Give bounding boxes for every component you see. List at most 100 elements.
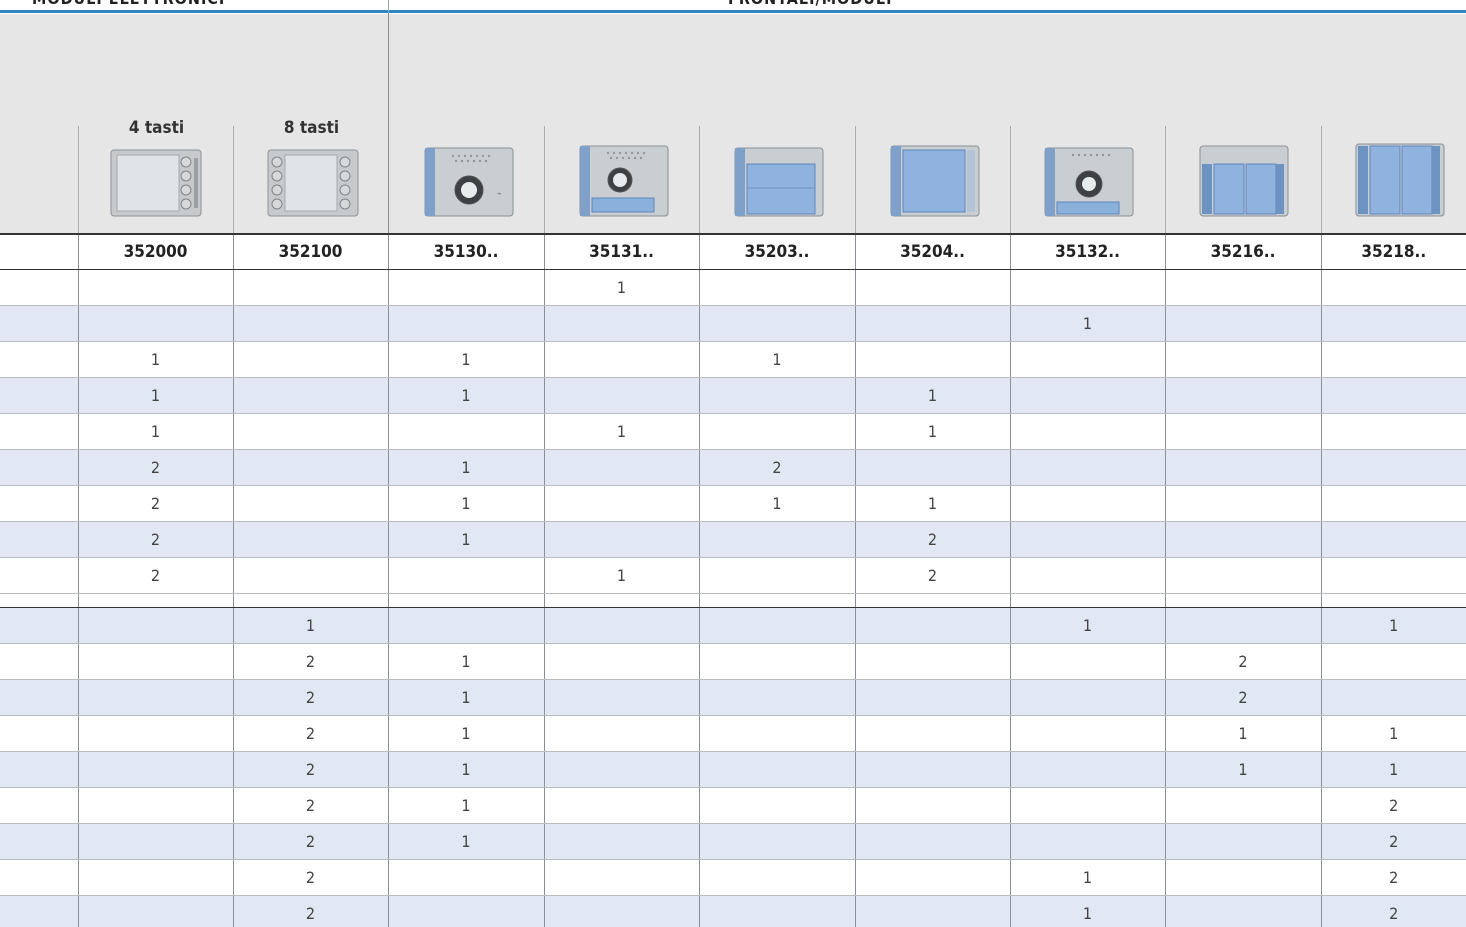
quantity-cell	[544, 607, 700, 644]
quantity-cell	[78, 823, 234, 860]
quantity-cell: 1	[78, 377, 234, 414]
quantity-cell: 2	[1321, 895, 1466, 927]
quantity-cell	[1010, 377, 1166, 414]
quantity-cell	[544, 341, 700, 378]
quantity-cell	[233, 521, 389, 558]
quantity-cell	[855, 787, 1011, 824]
quantity-cell: 1	[544, 269, 700, 306]
quantity-cell: 1	[388, 823, 545, 860]
electronic-module-8-keys-image	[267, 149, 359, 217]
row-label-cell	[0, 235, 79, 270]
quantity-cell	[1321, 305, 1466, 342]
quantity-cell: 2	[855, 557, 1011, 594]
quantity-cell	[388, 413, 545, 450]
quantity-cell	[544, 859, 700, 896]
table-row: 1 1 1	[0, 341, 1466, 378]
quantity-cell: 2	[233, 751, 389, 788]
quantity-cell	[699, 823, 856, 860]
quantity-cell: 2	[233, 679, 389, 716]
quantity-cell	[855, 823, 1011, 860]
quantity-cell	[78, 269, 234, 306]
row-label-cell	[0, 305, 79, 342]
quantity-cell	[388, 607, 545, 644]
quantity-cell	[1165, 859, 1322, 896]
quantity-cell	[388, 859, 545, 896]
quantity-cell: 1	[78, 413, 234, 450]
quantity-cell: 1	[233, 607, 389, 644]
quantity-cell	[1010, 341, 1166, 378]
quantity-cell	[78, 607, 234, 644]
quantity-cell	[233, 341, 389, 378]
column-divider	[1165, 126, 1166, 233]
separator-cell	[855, 593, 1011, 608]
quantity-cell	[78, 643, 234, 680]
table-row: 212	[0, 895, 1466, 927]
four-keys-label: 4 tasti	[128, 118, 185, 138]
front-panel-2-columns-image	[1199, 145, 1289, 217]
separator-cell	[699, 593, 856, 608]
quantity-cell	[1165, 823, 1322, 860]
column-divider	[1010, 126, 1011, 233]
separator-cell	[388, 593, 545, 608]
front-panel-camera-nametag-image	[579, 145, 669, 217]
item-code: 35203..	[699, 235, 856, 270]
quantity-cell: 2	[233, 823, 389, 860]
quantity-cell	[1321, 521, 1466, 558]
quantity-cell	[855, 607, 1011, 644]
table-row: 212	[0, 643, 1466, 680]
quantity-cell	[699, 715, 856, 752]
table-row: 212	[0, 521, 1466, 558]
row-label-cell	[0, 449, 79, 486]
quantity-cell	[388, 269, 545, 306]
quantity-cell	[1321, 449, 1466, 486]
quantity-cell: 1	[1165, 751, 1322, 788]
quantity-cell	[544, 679, 700, 716]
quantity-cell	[1165, 269, 1322, 306]
quantity-cell	[855, 895, 1011, 927]
quantity-cell	[1165, 787, 1322, 824]
section-header: MODULI ELETTRONICI FRONTALI/MODULI	[0, 0, 1466, 14]
quantity-cell	[233, 413, 389, 450]
quantity-cell	[1321, 557, 1466, 594]
quantity-cell	[855, 859, 1011, 896]
quantity-cell: 1	[1010, 305, 1166, 342]
item-code: 35130..	[388, 235, 545, 270]
quantity-cell: 1	[388, 485, 545, 522]
quantity-cell	[699, 269, 856, 306]
quantity-cell	[855, 643, 1011, 680]
column-divider	[233, 126, 234, 233]
front-panel-2-columns-full-image	[1355, 143, 1445, 217]
table-body: 352000 352100 35130.. 35131.. 35203.. 35…	[0, 235, 1466, 927]
quantity-cell	[78, 895, 234, 927]
quantity-cell: 1	[1010, 607, 1166, 644]
quantity-cell: 2	[78, 521, 234, 558]
quantity-cell	[1010, 751, 1166, 788]
table-row: 212	[0, 557, 1466, 594]
row-label-cell	[0, 413, 79, 450]
quantity-cell	[233, 305, 389, 342]
quantity-cell: 1	[1321, 751, 1466, 788]
row-label-cell	[0, 859, 79, 896]
item-code-row: 352000 352100 35130.. 35131.. 35203.. 35…	[0, 235, 1466, 270]
quantity-cell	[1010, 787, 1166, 824]
quantity-cell	[1321, 269, 1466, 306]
table-row: 212	[0, 787, 1466, 824]
row-label-cell	[0, 823, 79, 860]
table-row: 2111	[0, 485, 1466, 522]
quantity-cell	[855, 679, 1011, 716]
quantity-cell	[544, 787, 700, 824]
item-code: 35204..	[855, 235, 1011, 270]
quantity-cell	[699, 643, 856, 680]
quantity-cell	[544, 305, 700, 342]
quantity-cell	[699, 787, 856, 824]
quantity-cell	[1165, 305, 1322, 342]
quantity-cell	[1010, 823, 1166, 860]
quantity-cell	[699, 521, 856, 558]
quantity-cell	[544, 823, 700, 860]
quantity-cell	[233, 377, 389, 414]
quantity-cell	[78, 305, 234, 342]
header-divider	[388, 0, 389, 14]
table-row: 212	[0, 679, 1466, 716]
item-code: 352100	[233, 235, 389, 270]
separator-cell	[78, 593, 234, 608]
